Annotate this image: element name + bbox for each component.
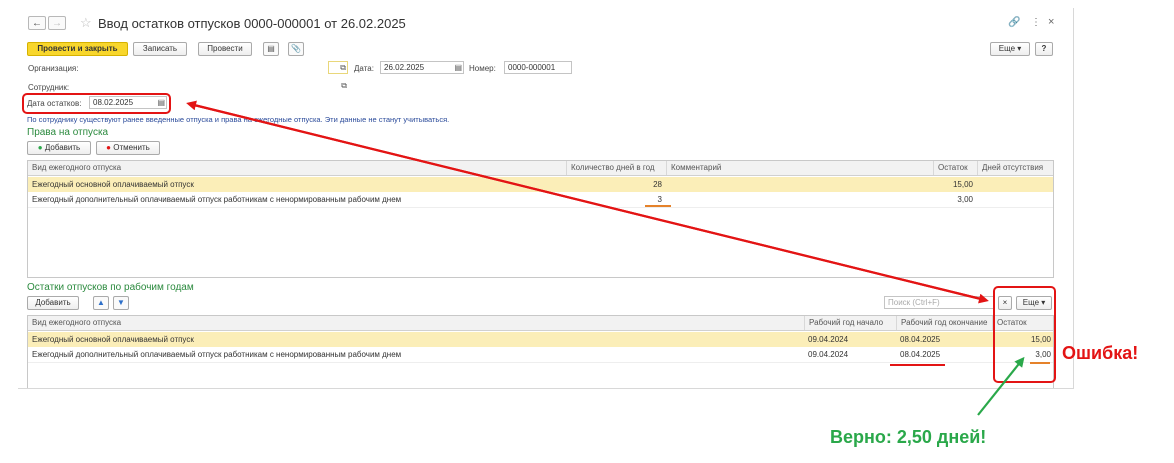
red-arrow-to-balance [189,102,989,304]
annotation-arrows [186,100,1025,416]
green-arrow [977,356,1025,416]
correct-callout: Верно: 2,50 дней! [830,427,987,447]
error-callout: Ошибка! [1062,343,1139,363]
